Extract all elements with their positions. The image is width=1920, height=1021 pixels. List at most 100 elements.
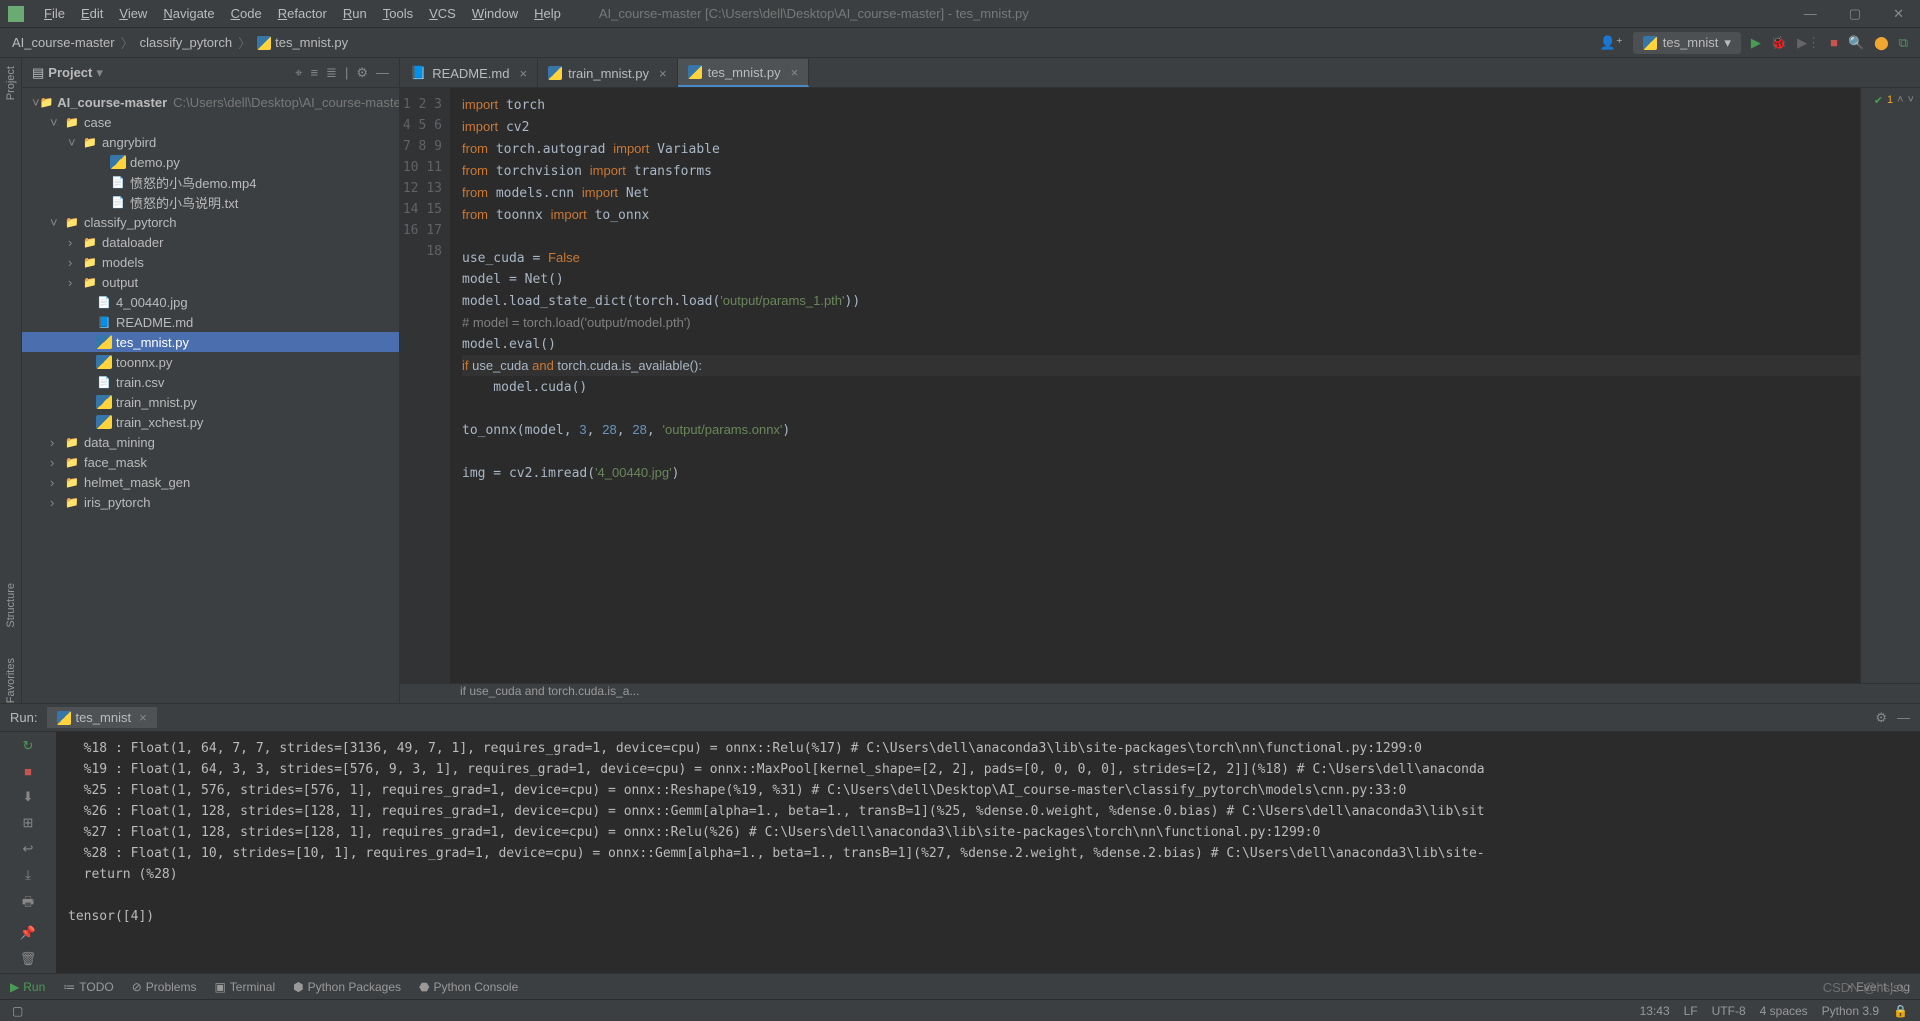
gear-icon[interactable]: ⚙: [1875, 710, 1887, 726]
editor-tab[interactable]: tes_mnist.py×: [678, 59, 810, 87]
tool-terminal[interactable]: ▣ Terminal: [214, 980, 275, 994]
tree-node[interactable]: 📘README.md: [22, 312, 399, 332]
locate-icon[interactable]: ⌖: [295, 65, 302, 81]
tree-node[interactable]: tes_mnist.py: [22, 332, 399, 352]
minimize-icon[interactable]: —: [1796, 6, 1825, 22]
tree-node[interactable]: ›📁data_mining: [22, 432, 399, 452]
close-icon[interactable]: ×: [519, 66, 527, 81]
status-icon[interactable]: ▢: [12, 1004, 23, 1018]
menu-tools[interactable]: Tools: [375, 6, 421, 21]
tree-node[interactable]: ›📁helmet_mask_gen: [22, 472, 399, 492]
left-tool-stripe: Project Structure Favorites: [0, 58, 22, 703]
hide-panel-icon[interactable]: —: [376, 65, 389, 81]
rerun-button[interactable]: ↻: [18, 738, 38, 754]
project-tree[interactable]: ˅📁AI_course-masterC:\Users\dell\Desktop\…: [22, 88, 399, 703]
print-icon[interactable]: 🖶: [18, 893, 38, 915]
tree-node[interactable]: ˅📁case: [22, 112, 399, 132]
tree-root[interactable]: ˅📁AI_course-masterC:\Users\dell\Desktop\…: [22, 92, 399, 112]
menu-refactor[interactable]: Refactor: [270, 6, 335, 21]
trash-icon[interactable]: 🗑: [18, 951, 38, 967]
menu-window[interactable]: Window: [464, 6, 526, 21]
editor-tab[interactable]: train_mnist.py×: [538, 59, 678, 87]
menu-navigate[interactable]: Navigate: [155, 6, 222, 21]
breadcrumb-item[interactable]: tes_mnist.py: [275, 35, 348, 50]
close-icon[interactable]: ×: [791, 65, 799, 80]
tool-tab-project[interactable]: Project: [5, 66, 17, 100]
run-tab[interactable]: tes_mnist ×: [47, 707, 156, 728]
menu-view[interactable]: View: [111, 6, 155, 21]
run-coverage-button[interactable]: ▶⋮: [1797, 35, 1820, 51]
code-with-me-icon[interactable]: ⧉: [1899, 35, 1908, 51]
console-output[interactable]: %18 : Float(1, 64, 7, 7, strides=[3136, …: [56, 732, 1920, 973]
menu-code[interactable]: Code: [223, 6, 270, 21]
tool-event-log[interactable]: ◔ Event Log: [1845, 980, 1910, 994]
debug-button[interactable]: 🐞: [1771, 35, 1787, 51]
down-button[interactable]: ⬇: [18, 789, 38, 805]
add-user-icon[interactable]: 👤⁺: [1600, 35, 1623, 51]
inspection-widget[interactable]: ✔ 1 ˄ ˅: [1860, 88, 1920, 683]
tree-node[interactable]: ›📁output: [22, 272, 399, 292]
lock-icon[interactable]: 🔒: [1893, 1004, 1908, 1018]
tree-node[interactable]: ›📁models: [22, 252, 399, 272]
stop-button[interactable]: ■: [1830, 35, 1838, 50]
chevron-down-icon[interactable]: ˅: [1908, 94, 1914, 106]
run-button[interactable]: ▶: [1751, 35, 1761, 51]
tree-node[interactable]: train_mnist.py: [22, 392, 399, 412]
line-ending[interactable]: LF: [1684, 1004, 1698, 1018]
close-icon[interactable]: ×: [139, 710, 147, 725]
tree-node[interactable]: ˅📁classify_pytorch: [22, 212, 399, 232]
tool-tab-favorites[interactable]: Favorites: [5, 658, 17, 703]
code-editor[interactable]: import torch import cv2 from torch.autog…: [450, 88, 1860, 683]
close-icon[interactable]: ×: [659, 66, 667, 81]
tree-node[interactable]: 📄4_00440.jpg: [22, 292, 399, 312]
tree-node[interactable]: ›📁face_mask: [22, 452, 399, 472]
project-panel: ▤ Project ▾ ⌖ ≡ ≣ | ⚙ — ˅📁AI_course-mast…: [22, 58, 400, 703]
menu-edit[interactable]: Edit: [73, 6, 111, 21]
maximize-icon[interactable]: ▢: [1841, 6, 1869, 22]
tree-node[interactable]: ›📁iris_pytorch: [22, 492, 399, 512]
breadcrumb-item[interactable]: classify_pytorch: [140, 35, 232, 50]
pin-icon[interactable]: 📌: [18, 925, 38, 941]
chevron-down-icon[interactable]: ▾: [96, 65, 103, 81]
tree-node[interactable]: 📄train.csv: [22, 372, 399, 392]
search-icon[interactable]: 🔍: [1848, 35, 1864, 51]
scroll-end-icon[interactable]: ⤓: [18, 867, 38, 883]
expand-all-icon[interactable]: ≡: [310, 65, 318, 81]
tree-node[interactable]: demo.py: [22, 152, 399, 172]
warning-count: 1: [1887, 94, 1893, 106]
hide-panel-icon[interactable]: —: [1897, 710, 1910, 726]
stop-button[interactable]: ■: [18, 764, 38, 779]
tree-node[interactable]: ˅📁angrybird: [22, 132, 399, 152]
layout-icon[interactable]: ⊞: [18, 815, 38, 831]
tree-node[interactable]: 📄愤怒的小鸟说明.txt: [22, 192, 399, 212]
collapse-all-icon[interactable]: ≣: [326, 65, 337, 81]
tool-todo[interactable]: ≔ TODO: [63, 980, 113, 994]
ide-update-icon[interactable]: ⬤: [1874, 35, 1889, 51]
menu-file[interactable]: File: [36, 6, 73, 21]
tool-python-packages[interactable]: ⬢ Python Packages: [293, 980, 401, 994]
tool-python-console[interactable]: ⬣ Python Console: [419, 980, 518, 994]
tree-node[interactable]: 📄愤怒的小鸟demo.mp4: [22, 172, 399, 192]
indent-settings[interactable]: 4 spaces: [1760, 1004, 1808, 1018]
tool-run[interactable]: ▶ Run: [10, 980, 45, 994]
chevron-up-icon[interactable]: ˄: [1897, 94, 1903, 106]
tree-node[interactable]: ›📁dataloader: [22, 232, 399, 252]
soft-wrap-icon[interactable]: ↩: [18, 841, 38, 857]
gear-icon[interactable]: ⚙: [356, 65, 368, 81]
breadcrumb-item[interactable]: AI_course-master: [12, 35, 115, 50]
caret-position[interactable]: 13:43: [1640, 1004, 1670, 1018]
tool-problems[interactable]: ⊘ Problems: [132, 980, 197, 994]
file-encoding[interactable]: UTF-8: [1712, 1004, 1746, 1018]
menu-vcs[interactable]: VCS: [421, 6, 464, 21]
editor-tab[interactable]: 📘README.md×: [400, 59, 538, 87]
check-icon: ✔: [1874, 94, 1883, 107]
menu-run[interactable]: Run: [335, 6, 375, 21]
run-config-selector[interactable]: tes_mnist ▾: [1633, 32, 1741, 54]
close-icon[interactable]: ✕: [1885, 6, 1912, 22]
tree-node[interactable]: toonnx.py: [22, 352, 399, 372]
menu-help[interactable]: Help: [526, 6, 569, 21]
breadcrumb: AI_course-master〉classify_pytorch〉tes_mn…: [12, 33, 348, 52]
tool-tab-structure[interactable]: Structure: [5, 583, 17, 628]
interpreter[interactable]: Python 3.9: [1822, 1004, 1879, 1018]
tree-node[interactable]: train_xchest.py: [22, 412, 399, 432]
